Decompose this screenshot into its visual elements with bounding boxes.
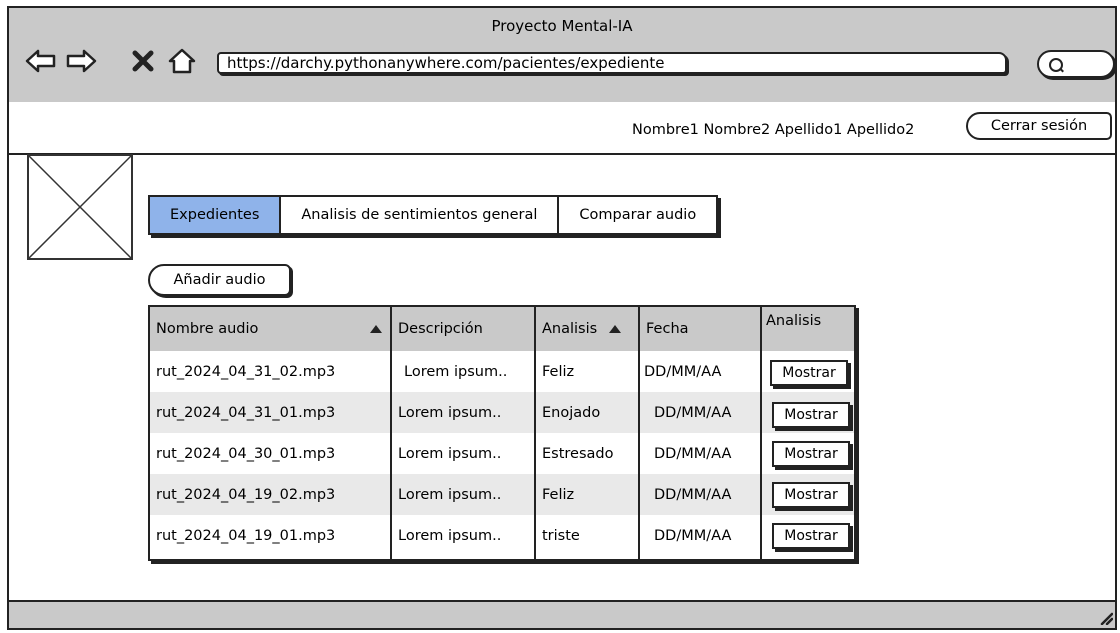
- app-top-bar: Nombre1 Nombre2 Apellido1 Apellido2 Cerr…: [9, 102, 1115, 155]
- column-header-fecha: Fecha: [646, 321, 689, 337]
- search-icon: [1049, 58, 1063, 72]
- cell-analysis: Feliz: [542, 486, 575, 503]
- add-audio-button[interactable]: Añadir audio: [148, 264, 291, 296]
- column-divider: [390, 307, 392, 559]
- cell-date: DD/MM/AA: [644, 363, 722, 380]
- tab-expedientes[interactable]: Expedientes: [150, 197, 282, 233]
- column-divider: [534, 307, 536, 559]
- cell-analysis: Estresado: [542, 445, 614, 462]
- tab-analisis-sentimientos[interactable]: Analisis de sentimientos general: [281, 197, 560, 233]
- address-bar[interactable]: https://darchy.pythonanywhere.com/pacien…: [217, 52, 1007, 74]
- back-arrow-icon[interactable]: [25, 48, 57, 74]
- home-icon[interactable]: [167, 48, 197, 74]
- column-header-nombre[interactable]: Nombre audio: [150, 307, 390, 351]
- show-button[interactable]: Mostrar: [772, 441, 850, 467]
- table-header: Nombre audio Descripción Analisis Fecha …: [150, 307, 854, 351]
- image-placeholder: [27, 154, 133, 260]
- close-x-icon[interactable]: [131, 48, 155, 74]
- audio-table: Nombre audio Descripción Analisis Fecha …: [148, 305, 856, 561]
- tab-bar: Expedientes Analisis de sentimientos gen…: [148, 195, 719, 235]
- user-name: Nombre1 Nombre2 Apellido1 Apellido2: [632, 122, 915, 138]
- browser-window: Proyecto Mental-IA https://darchy.python…: [7, 6, 1117, 630]
- cell-description: Lorem ipsum..: [398, 404, 502, 421]
- table-row: rut_2024_04_31_01.mp3 Lorem ipsum.. Enoj…: [150, 392, 854, 433]
- show-button[interactable]: Mostrar: [772, 523, 850, 549]
- window-title: Proyecto Mental-IA: [491, 17, 633, 35]
- cell-date: DD/MM/AA: [654, 527, 732, 544]
- search-button[interactable]: [1037, 50, 1115, 78]
- resize-grip-icon[interactable]: [1099, 610, 1114, 626]
- status-bar: [9, 600, 1115, 628]
- cell-analysis: triste: [542, 527, 580, 544]
- cell-date: DD/MM/AA: [654, 445, 732, 462]
- cell-analysis: Enojado: [542, 404, 601, 421]
- sort-asc-icon[interactable]: [370, 325, 382, 333]
- cell-name: rut_2024_04_19_01.mp3: [156, 527, 336, 544]
- cell-name: rut_2024_04_31_01.mp3: [156, 404, 336, 421]
- table-row: rut_2024_04_31_02.mp3 Lorem ipsum.. Feli…: [150, 351, 854, 392]
- table-row: rut_2024_04_19_02.mp3 Lorem ipsum.. Feli…: [150, 474, 854, 515]
- tab-comparar-audio[interactable]: Comparar audio: [559, 197, 716, 233]
- column-header-analisis-action: Analisis: [766, 313, 822, 329]
- cell-date: DD/MM/AA: [654, 486, 732, 503]
- cell-description: Lorem ipsum..: [398, 445, 502, 462]
- cell-description: Lorem ipsum..: [398, 486, 502, 503]
- cell-analysis: Feliz: [542, 363, 575, 380]
- browser-title-bar: Proyecto Mental-IA https://darchy.python…: [9, 8, 1115, 104]
- cell-description: Lorem ipsum..: [404, 363, 508, 380]
- cell-name: rut_2024_04_30_01.mp3: [156, 445, 336, 462]
- show-button[interactable]: Mostrar: [772, 402, 850, 428]
- table-row: rut_2024_04_30_01.mp3 Lorem ipsum.. Estr…: [150, 433, 854, 474]
- sort-asc-icon[interactable]: [609, 325, 622, 333]
- show-button[interactable]: Mostrar: [770, 360, 848, 386]
- forward-arrow-icon[interactable]: [65, 48, 97, 74]
- logout-button[interactable]: Cerrar sesión: [966, 112, 1112, 140]
- cell-name: rut_2024_04_31_02.mp3: [156, 363, 336, 380]
- cell-date: DD/MM/AA: [654, 404, 732, 421]
- show-button[interactable]: Mostrar: [772, 482, 850, 508]
- column-divider: [638, 307, 640, 559]
- cell-description: Lorem ipsum..: [398, 527, 502, 544]
- column-header-analisis[interactable]: Analisis: [536, 307, 638, 351]
- cell-name: rut_2024_04_19_02.mp3: [156, 486, 336, 503]
- table-row: rut_2024_04_19_01.mp3 Lorem ipsum.. tris…: [150, 515, 854, 556]
- column-divider: [760, 307, 762, 559]
- column-header-descripcion: Descripción: [398, 321, 483, 337]
